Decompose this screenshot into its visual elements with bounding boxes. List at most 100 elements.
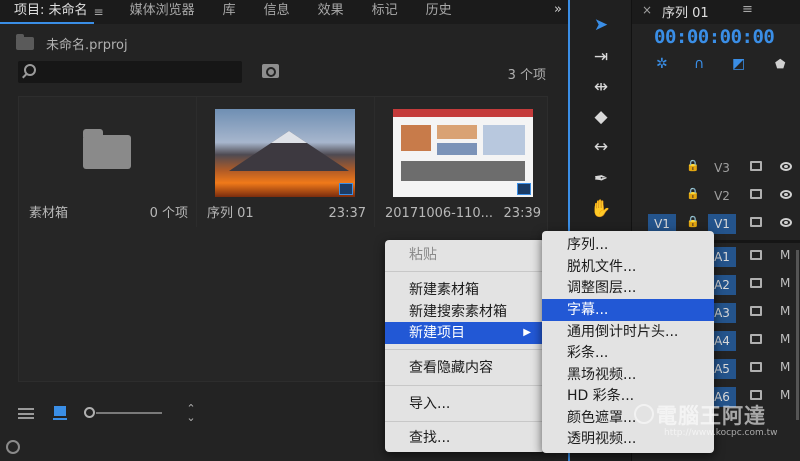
timeline-title[interactable]: 序列 01 <box>662 2 709 21</box>
watermark-logo-icon <box>634 404 654 424</box>
sync-lock-icon[interactable] <box>750 161 762 171</box>
panel-menu-icon[interactable]: ≡ <box>94 5 116 19</box>
sync-lock-icon[interactable] <box>750 217 762 227</box>
menu-item-import[interactable]: 导入... <box>385 393 545 415</box>
playhead-timecode[interactable]: 00:00:00:00 <box>654 26 775 48</box>
track-label[interactable]: V2 <box>708 186 736 206</box>
mute-button[interactable]: M <box>780 360 790 374</box>
sync-lock-icon[interactable] <box>750 334 762 344</box>
project-item-sequence[interactable]: 序列 01 23:37 <box>197 97 375 227</box>
project-file-label: 未命名.prproj <box>46 38 128 53</box>
tab-history[interactable]: 历史 <box>412 0 466 24</box>
item-name: 20171006-110... <box>385 206 494 221</box>
track-row-v3: 🔒 V3 <box>632 155 800 181</box>
add-marker-icon[interactable]: ⬟ <box>775 57 785 71</box>
tab-info[interactable]: 信息 <box>250 0 304 24</box>
submenu-item-adjustment-layer[interactable]: 调整图层... <box>542 277 714 299</box>
menu-item-label: 新建项目 <box>409 325 465 341</box>
lock-icon[interactable]: 🔒 <box>686 215 700 228</box>
menu-separator <box>385 385 545 386</box>
timeline-menu-icon[interactable]: ≡ <box>742 2 753 17</box>
menu-item-view-hidden[interactable]: 查看隐藏内容 <box>385 357 545 379</box>
icon-view-icon[interactable] <box>53 406 67 420</box>
track-label[interactable]: V3 <box>708 158 736 178</box>
list-view-icon[interactable] <box>18 408 34 419</box>
submenu-item-sequence[interactable]: 序列... <box>542 234 714 256</box>
search-input[interactable] <box>18 61 242 83</box>
track-select-tool-icon[interactable]: ⇥ <box>590 46 612 68</box>
selection-tool-icon[interactable]: ➤ <box>590 14 612 36</box>
lock-icon[interactable]: 🔒 <box>686 159 700 172</box>
menu-separator <box>385 271 545 272</box>
tab-markers[interactable]: 标记 <box>358 0 412 24</box>
watermark-text: 電腦王阿達 <box>656 404 766 428</box>
submenu-item-black-video[interactable]: 黑场视频... <box>542 364 714 386</box>
clip-thumbnail <box>393 109 533 197</box>
more-tabs-icon[interactable]: » <box>554 2 562 17</box>
panel-tab-bar: 项目: 未命名 ≡ 媒体浏览器 库 信息 效果 标记 历史 » <box>0 0 568 24</box>
submenu-item-offline-file[interactable]: 脱机文件... <box>542 256 714 278</box>
insert-nest-icon[interactable]: ✲ <box>656 56 668 72</box>
menu-separator <box>385 421 545 422</box>
pen-tool-icon[interactable]: ✒ <box>590 168 612 190</box>
tab-media-browser[interactable]: 媒体浏览器 <box>116 0 209 24</box>
mute-button[interactable]: M <box>780 304 790 318</box>
mute-button[interactable]: M <box>780 248 790 262</box>
sync-lock-icon[interactable] <box>750 189 762 199</box>
slider-track <box>96 412 162 414</box>
menu-item-find[interactable]: 查找... <box>385 427 545 449</box>
razor-tool-icon[interactable]: ◆ <box>590 106 612 128</box>
sequence-badge-icon <box>339 183 353 195</box>
project-item-bin[interactable]: 素材箱 0 个项 <box>19 97 197 227</box>
close-icon[interactable]: × <box>642 3 652 17</box>
eye-icon[interactable] <box>780 190 792 199</box>
folder-icon <box>16 34 34 50</box>
project-file-name: 未命名.prproj <box>16 34 128 53</box>
item-duration: 23:39 <box>503 206 541 221</box>
mute-button[interactable]: M <box>780 276 790 290</box>
track-row-v2: 🔒 V2 <box>632 183 800 209</box>
watermark-url: http://www.kocpc.com.tw <box>664 428 778 438</box>
sync-lock-icon[interactable] <box>750 306 762 316</box>
menu-separator <box>385 349 545 350</box>
eye-icon[interactable] <box>780 218 792 227</box>
creative-cloud-icon[interactable] <box>6 440 20 454</box>
mute-button[interactable]: M <box>780 332 790 346</box>
item-info: 0 个项 <box>149 206 188 221</box>
project-item-clip[interactable]: 20171006-110... 23:39 <box>375 97 549 227</box>
bin-folder-icon <box>83 129 131 169</box>
slip-tool-icon[interactable]: ↔ <box>590 136 612 158</box>
menu-item-new-bin[interactable]: 新建素材箱 <box>385 279 545 301</box>
linked-selection-icon[interactable]: ◩ <box>732 56 745 72</box>
sequence-thumbnail <box>215 109 355 197</box>
new-search-bin-icon[interactable] <box>262 64 279 78</box>
timeline-scrollbar[interactable] <box>796 250 799 420</box>
ripple-edit-tool-icon[interactable]: ⇹ <box>590 76 612 98</box>
hand-tool-icon[interactable]: ✋ <box>590 198 612 220</box>
submenu-item-bars-and-tone[interactable]: 彩条... <box>542 342 714 364</box>
tab-project[interactable]: 项目: 未命名 <box>0 0 94 24</box>
site-watermark: 電腦王阿達 http://www.kocpc.com.tw <box>634 398 796 450</box>
eye-icon[interactable] <box>780 162 792 171</box>
timeline-header: × 序列 01 ≡ <box>632 0 800 24</box>
sync-lock-icon[interactable] <box>750 278 762 288</box>
menu-item-new-search-bin[interactable]: 新建搜索素材箱 <box>385 301 545 323</box>
menu-item-paste[interactable]: 粘贴 <box>385 244 545 266</box>
slider-knob[interactable] <box>84 407 95 418</box>
clip-badge-icon <box>517 183 531 195</box>
sort-icon[interactable]: ⌃ ⌄ <box>186 403 196 423</box>
sync-lock-icon[interactable] <box>750 362 762 372</box>
context-menu: 粘贴 新建素材箱 新建搜索素材箱 新建项目 ▶ 查看隐藏内容 导入... 查找.… <box>385 240 545 452</box>
tab-effects[interactable]: 效果 <box>304 0 358 24</box>
sync-lock-icon[interactable] <box>750 250 762 260</box>
item-name: 素材箱 <box>29 206 69 221</box>
lock-icon[interactable]: 🔒 <box>686 187 700 200</box>
snap-icon[interactable]: ∩ <box>694 56 704 72</box>
thumbnail-zoom-slider[interactable] <box>84 407 162 419</box>
submenu-item-title[interactable]: 字幕... <box>542 299 714 321</box>
submenu-item-countdown-leader[interactable]: 通用倒计时片头... <box>542 321 714 343</box>
item-duration: 23:37 <box>328 206 366 221</box>
menu-item-new-item[interactable]: 新建项目 ▶ <box>385 322 545 344</box>
tab-libraries[interactable]: 库 <box>209 0 250 24</box>
item-name: 序列 01 <box>207 206 254 221</box>
